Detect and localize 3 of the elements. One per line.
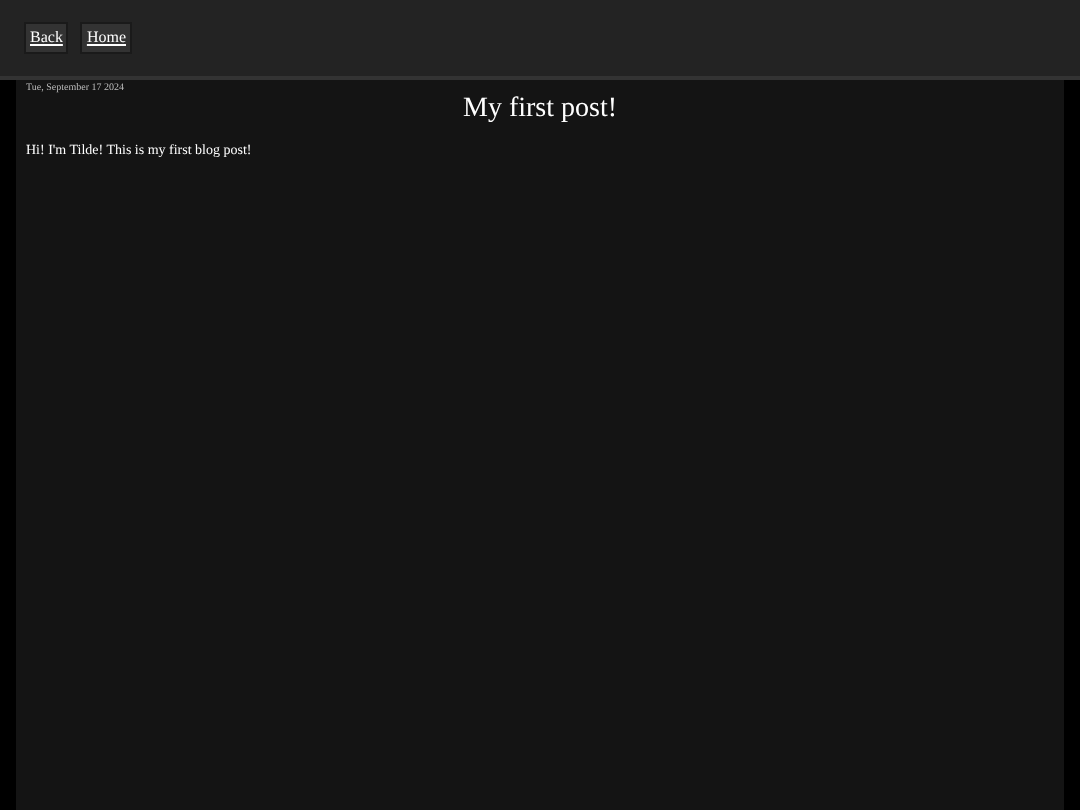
- nav-link[interactable]: Home: [80, 22, 132, 54]
- post-title: My first post!: [461, 92, 619, 127]
- nav-link[interactable]: Back: [24, 22, 69, 54]
